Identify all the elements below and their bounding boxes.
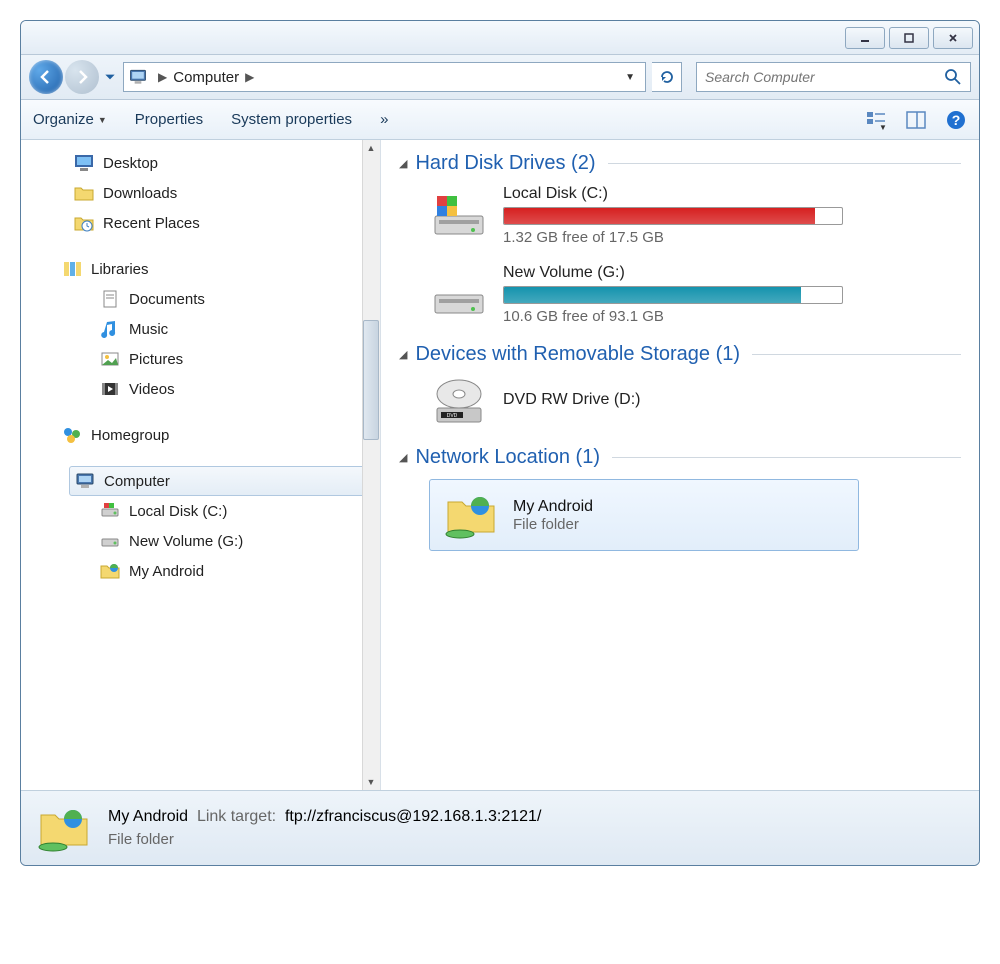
drive-new-volume[interactable]: New Volume (G:) 10.6 GB free of 93.1 GB: [429, 264, 961, 325]
tree-downloads[interactable]: Downloads: [21, 178, 380, 208]
homegroup-icon: [61, 424, 83, 446]
scrollbar-thumb[interactable]: [363, 320, 379, 440]
capacity-bar: [503, 286, 843, 304]
dvd-icon: DVD: [429, 376, 489, 428]
tree-local-disk[interactable]: Local Disk (C:): [21, 496, 380, 526]
drive-status: 1.32 GB free of 17.5 GB: [503, 229, 961, 246]
close-button[interactable]: [933, 27, 973, 49]
status-link-target: ftp://zfranciscus@192.168.1.3:2121/: [285, 808, 541, 825]
nav-history-dropdown[interactable]: [103, 70, 117, 84]
tree-new-volume[interactable]: New Volume (G:): [21, 526, 380, 556]
computer-icon: [128, 67, 148, 87]
preview-pane-icon[interactable]: [905, 109, 927, 131]
hdd-section-header[interactable]: ◢ Hard Disk Drives (2): [399, 152, 961, 175]
network-item-type: File folder: [513, 516, 593, 533]
network-folder-icon: [444, 490, 499, 540]
tree-pictures[interactable]: Pictures: [21, 344, 380, 374]
status-name: My Android: [108, 808, 188, 825]
scroll-up-icon[interactable]: ▲: [363, 140, 379, 156]
tree-documents[interactable]: Documents: [21, 284, 380, 314]
forward-button[interactable]: [65, 60, 99, 94]
scroll-down-icon[interactable]: ▼: [363, 774, 379, 790]
tree-desktop[interactable]: Desktop: [21, 148, 380, 178]
address-dropdown[interactable]: ▼: [619, 72, 641, 83]
collapse-icon[interactable]: ◢: [399, 157, 407, 170]
dvd-drive[interactable]: DVD DVD RW Drive (D:): [429, 376, 961, 428]
network-location-my-android[interactable]: My Android File folder: [429, 479, 859, 551]
address-bar[interactable]: ▶ Computer ▶ ▼: [123, 62, 646, 92]
documents-icon: [99, 288, 121, 310]
network-folder-icon: [99, 560, 121, 582]
titlebar: [21, 21, 979, 55]
drive-icon: [99, 530, 121, 552]
removable-section-header[interactable]: ◢ Devices with Removable Storage (1): [399, 343, 961, 366]
pictures-icon: [99, 348, 121, 370]
toolbar-overflow[interactable]: »: [380, 111, 388, 128]
maximize-button[interactable]: [889, 27, 929, 49]
tree-homegroup[interactable]: Homegroup: [21, 420, 380, 450]
system-properties-button[interactable]: System properties: [231, 111, 352, 128]
view-menu-icon[interactable]: ▼: [865, 109, 887, 131]
svg-text:DVD: DVD: [447, 413, 458, 419]
scrollbar[interactable]: ▲ ▼: [362, 140, 380, 790]
drive-icon: [99, 500, 121, 522]
hdd-icon: [429, 269, 489, 321]
body: Desktop Downloads Recent Places Librarie…: [21, 140, 979, 790]
svg-text:▼: ▼: [879, 123, 887, 131]
status-type: File folder: [108, 829, 541, 852]
breadcrumb-separator: ▶: [245, 70, 254, 84]
organize-menu[interactable]: Organize ▼: [33, 111, 107, 128]
toolbar: Organize ▼ Properties System properties …: [21, 100, 979, 140]
breadcrumb-separator: ▶: [158, 70, 167, 84]
content-pane: ◢ Hard Disk Drives (2) Local Disk (C:) 1…: [381, 140, 979, 790]
search-input[interactable]: [705, 69, 944, 85]
details-pane: My Android Link target: ftp://zfranciscu…: [21, 790, 979, 865]
hdd-icon: [429, 190, 489, 242]
network-item-name: My Android: [513, 498, 593, 516]
network-section-header[interactable]: ◢ Network Location (1): [399, 446, 961, 469]
back-button[interactable]: [29, 60, 63, 94]
minimize-button[interactable]: [845, 27, 885, 49]
videos-icon: [99, 378, 121, 400]
network-folder-icon: [37, 803, 92, 853]
nav-row: ▶ Computer ▶ ▼: [21, 55, 979, 100]
drive-status: 10.6 GB free of 93.1 GB: [503, 308, 961, 325]
drive-name: Local Disk (C:): [503, 185, 961, 203]
collapse-icon[interactable]: ◢: [399, 451, 407, 464]
breadcrumb-location[interactable]: Computer: [173, 69, 239, 86]
properties-button[interactable]: Properties: [135, 111, 203, 128]
explorer-window: ▶ Computer ▶ ▼ Organize ▼ Properties Sys…: [20, 20, 980, 866]
tree-videos[interactable]: Videos: [21, 374, 380, 404]
search-icon[interactable]: [944, 68, 962, 86]
nav-tree: Desktop Downloads Recent Places Librarie…: [21, 140, 381, 790]
refresh-button[interactable]: [652, 62, 682, 92]
tree-computer[interactable]: Computer: [69, 466, 376, 496]
tree-libraries[interactable]: Libraries: [21, 254, 380, 284]
search-box[interactable]: [696, 62, 971, 92]
libraries-icon: [61, 258, 83, 280]
folder-icon: [73, 182, 95, 204]
drive-name: New Volume (G:): [503, 264, 961, 282]
recent-icon: [73, 212, 95, 234]
desktop-icon: [73, 152, 95, 174]
collapse-icon[interactable]: ◢: [399, 348, 407, 361]
tree-my-android[interactable]: My Android: [21, 556, 380, 586]
help-icon[interactable]: ?: [945, 109, 967, 131]
tree-recent[interactable]: Recent Places: [21, 208, 380, 238]
capacity-bar: [503, 207, 843, 225]
svg-text:?: ?: [952, 112, 961, 128]
drive-local-disk[interactable]: Local Disk (C:) 1.32 GB free of 17.5 GB: [429, 185, 961, 246]
computer-icon: [74, 470, 96, 492]
tree-music[interactable]: Music: [21, 314, 380, 344]
status-link-label: Link target:: [197, 808, 276, 825]
drive-name: DVD RW Drive (D:): [503, 391, 961, 409]
music-icon: [99, 318, 121, 340]
